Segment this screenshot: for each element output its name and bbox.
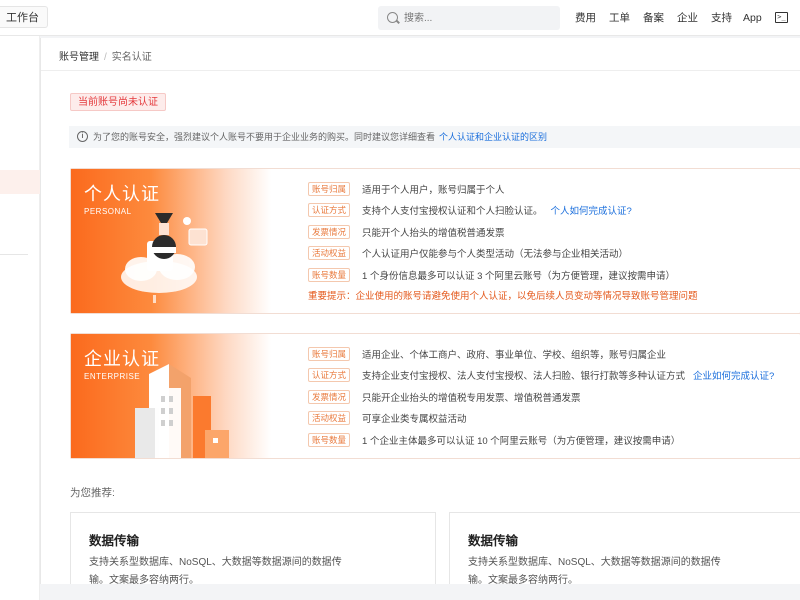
detail-row: 认证方式 支持企业支付宝授权、法人支付宝授权、法人扫脸、银行打款等多种认证方式 企业… (308, 365, 774, 387)
main-panel: 账号管理 / 实名认证 当前账号尚未认证 i 为了您的账号安全，强烈建议个人账号不要… (40, 38, 800, 584)
detail-row: 发票情况 只能开个人抬头的增值税普通发票 (308, 221, 698, 243)
top-bar: 工作台 费用 工单 备案 企业 支持 App >_ (0, 0, 800, 36)
nav-app[interactable]: App (743, 0, 762, 36)
nav-tickets[interactable]: 工单 (609, 0, 630, 36)
detail-tag: 账号数量 (308, 432, 351, 447)
detail-text: 只能开个人抬头的增值税普通发票 (362, 227, 505, 239)
notice-bar: i 为了您的账号安全，强烈建议个人账号不要用于企业业务的购买。同时建议您详细查看… (69, 126, 800, 148)
status-badge: 当前账号尚未认证 (70, 93, 166, 111)
nav-support[interactable]: 支持 (711, 0, 732, 36)
enterprise-howto-link[interactable]: 企业如何完成认证? (693, 368, 774, 382)
breadcrumb: 账号管理 / 实名认证 (59, 48, 152, 63)
detail-tag: 认证方式 (308, 368, 351, 383)
workbench-button[interactable]: 工作台 (0, 6, 48, 28)
personal-banner: 个人认证 PERSONAL (71, 169, 271, 313)
recommend-card-desc: 支持关系型数据库、NoSQL、大数据等数据源间的数据传输。文案最多容纳两行。 (89, 557, 342, 584)
recommend-card-title: 数据传输 (468, 534, 519, 548)
search-box[interactable] (378, 6, 560, 30)
detail-row: 活动权益 可享企业类专属权益活动 (308, 408, 774, 430)
enterprise-banner: 企业认证 ENTERPRISE (71, 334, 271, 458)
breadcrumb-separator: / (104, 52, 107, 63)
personal-subtitle: PERSONAL (84, 207, 132, 216)
detail-text: 支持企业支付宝授权、法人支付宝授权、法人扫脸、银行打款等多种认证方式 (362, 371, 686, 383)
personal-title: 个人认证 (84, 184, 160, 204)
detail-tag: 账号数量 (308, 267, 351, 282)
detail-text: 1 个身份信息最多可以认证 3 个阿里云账号（为方便管理，建议按需申请） (362, 270, 676, 282)
detail-row: 账号归属 适用于个人用户，账号归属于个人 (308, 178, 698, 200)
divider (41, 70, 800, 71)
detail-tag: 活动权益 (308, 411, 351, 426)
recommend-card-desc: 支持关系型数据库、NoSQL、大数据等数据源间的数据传输。文案最多容纳两行。 (468, 557, 721, 584)
detail-row: 账号数量 1 个身份信息最多可以认证 3 个阿里云账号（为方便管理，建议按需申请） (308, 264, 698, 286)
detail-tag: 账号归属 (308, 181, 351, 196)
detail-row: 账号数量 1 个企业主体最多可以认证 10 个阿里云账号（为方便管理，建议按需申请… (308, 429, 774, 451)
recommend-card[interactable]: 数据传输 支持关系型数据库、NoSQL、大数据等数据源间的数据传输。文案最多容纳… (70, 512, 436, 584)
personal-howto-link[interactable]: 个人如何完成认证? (551, 203, 632, 217)
detail-tag: 发票情况 (308, 224, 351, 239)
detail-text: 适用企业、个体工商户、政府、事业单位、学校、组织等，账号归属企业 (362, 349, 667, 361)
nav-filing[interactable]: 备案 (643, 0, 664, 36)
detail-text: 个人认证用户仅能参与个人类型活动（无法参与企业相关活动） (362, 249, 629, 261)
detail-text: 1 个企业主体最多可以认证 10 个阿里云账号（为方便管理，建议按需申请） (362, 435, 681, 447)
detail-text: 支持个人支付宝授权认证和个人扫脸认证。 (362, 206, 543, 218)
breadcrumb-account-management[interactable]: 账号管理 (59, 52, 99, 63)
detail-row: 认证方式 支持个人支付宝授权认证和个人扫脸认证。 个人如何完成认证? (308, 200, 698, 222)
detail-tag: 活动权益 (308, 246, 351, 261)
sidebar-divider (0, 254, 28, 255)
recommend-label: 为您推荐: (70, 487, 115, 499)
left-sidebar (0, 36, 40, 600)
detail-text: 只能开企业抬头的增值税专用发票、增值税普通发票 (362, 392, 581, 404)
search-icon (387, 12, 398, 23)
personal-warning: 重要提示：企业使用的账号请避免使用个人认证，以免后续人员变动等情况导致账号管理问… (308, 290, 698, 302)
detail-row: 活动权益 个人认证用户仅能参与个人类型活动（无法参与企业相关活动） (308, 243, 698, 265)
recommend-card-title: 数据传输 (89, 534, 140, 548)
nav-fees[interactable]: 费用 (575, 0, 596, 36)
info-icon: i (77, 131, 88, 142)
personal-details: 账号归属 适用于个人用户，账号归属于个人 认证方式 支持个人支付宝授权认证和个人扫脸… (308, 178, 698, 304)
sidebar-item-active[interactable] (0, 170, 40, 194)
nav-enterprise[interactable]: 企业 (677, 0, 698, 36)
breadcrumb-current: 实名认证 (111, 52, 152, 63)
detail-tag: 发票情况 (308, 389, 351, 404)
personal-cert-card[interactable]: 个人认证 PERSONAL 账号归属 适用于个人用户，账号归属于个人 认证方式 支持… (70, 168, 800, 314)
notice-text: 为了您的账号安全，强烈建议个人账号不要用于企业业务的购买。同时建议您详细查看 (93, 132, 436, 142)
detail-row: 发票情况 只能开企业抬头的增值税专用发票、增值税普通发票 (308, 386, 774, 408)
notice-link[interactable]: 个人认证和企业认证的区别 (439, 132, 547, 142)
detail-row: 账号归属 适用企业、个体工商户、政府、事业单位、学校、组织等，账号归属企业 (308, 343, 774, 365)
detail-tag: 账号归属 (308, 346, 351, 361)
enterprise-subtitle: ENTERPRISE (84, 372, 141, 381)
enterprise-cert-card[interactable]: 企业认证 ENTERPRISE 账号归属 适用企业、个体工商户、政府、事业单位、学… (70, 333, 800, 459)
enterprise-details: 账号归属 适用企业、个体工商户、政府、事业单位、学校、组织等，账号归属企业 认证方… (308, 343, 774, 451)
detail-tag: 认证方式 (308, 203, 351, 218)
detail-text: 可享企业类专属权益活动 (362, 414, 467, 426)
detail-text: 适用于个人用户，账号归属于个人 (362, 184, 505, 196)
terminal-icon[interactable]: >_ (775, 12, 788, 23)
enterprise-title: 企业认证 (84, 349, 160, 369)
recommend-card[interactable]: 数据传输 支持关系型数据库、NoSQL、大数据等数据源间的数据传输。文案最多容纳… (449, 512, 800, 584)
search-input[interactable] (404, 9, 554, 27)
